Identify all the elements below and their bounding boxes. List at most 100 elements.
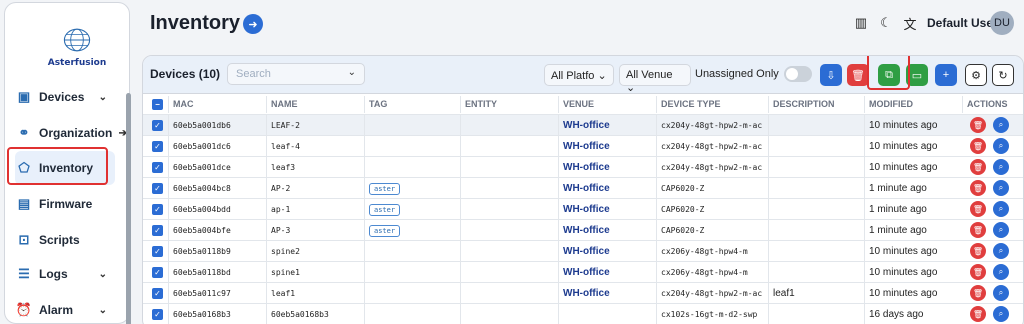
settings-button[interactable]: ⚙ bbox=[965, 64, 987, 86]
row-checkbox[interactable]: ✓ bbox=[152, 288, 163, 299]
row-checkbox[interactable]: ✓ bbox=[152, 246, 163, 257]
cell-venue: WH-office bbox=[558, 178, 656, 199]
cell-entity bbox=[460, 241, 558, 262]
cell-mac: 60eb5a001dce bbox=[168, 157, 266, 178]
sidebar-item-logs[interactable]: ☰ Logs ⌄ bbox=[15, 257, 115, 291]
cell-entity bbox=[460, 178, 558, 199]
add-button[interactable]: + bbox=[935, 64, 957, 86]
sidebar-item-label: Devices bbox=[39, 90, 85, 104]
col-device-type[interactable]: DEVICE TYPE bbox=[656, 96, 768, 113]
row-delete-button[interactable]: 🗑 bbox=[970, 159, 986, 175]
logo-text: Asterfusion bbox=[47, 58, 107, 68]
table-row[interactable]: ✓ 60eb5a001db6 LEAF-2 WH-office cx204y-48gt-… bbox=[143, 114, 1023, 136]
row-checkbox[interactable]: ✓ bbox=[152, 120, 163, 131]
table-row[interactable]: ✓ 60eb5a001dc6 leaf-4 WH-office cx204y-48gt-… bbox=[143, 135, 1023, 157]
chevron-down-icon: ⌄ bbox=[597, 70, 607, 82]
chevron-down-icon: ⌄ bbox=[98, 268, 107, 280]
sidebar-item-scripts[interactable]: ⊡ Scripts bbox=[15, 223, 115, 257]
cell-mac: 60eb5a0118b9 bbox=[168, 241, 266, 262]
cell-tag bbox=[364, 241, 460, 262]
row-checkbox[interactable]: ✓ bbox=[152, 267, 163, 278]
row-view-button[interactable]: ⌕ bbox=[993, 159, 1009, 175]
row-delete-button[interactable]: 🗑 bbox=[970, 264, 986, 280]
sidebar-item-devices[interactable]: ▣ Devices ⌄ bbox=[15, 80, 115, 114]
table-row[interactable]: ✓ 60eb5a004bfe AP-3 aster WH-office CAP6020-Z… bbox=[143, 219, 1023, 241]
search-input[interactable]: Search ⌄ bbox=[227, 63, 365, 85]
row-checkbox[interactable]: ✓ bbox=[152, 204, 163, 215]
col-modified[interactable]: MODIFIED bbox=[864, 96, 962, 113]
sidebar-item-organization[interactable]: ⚭ Organization ➔ bbox=[15, 116, 127, 150]
translate-icon[interactable]: 文 bbox=[901, 14, 919, 32]
row-view-button[interactable]: ⌕ bbox=[993, 222, 1009, 238]
tag-chip[interactable]: aster bbox=[369, 183, 401, 195]
table-row[interactable]: ✓ 60eb5a011c97 leaf1 WH-office cx204y-48gt-h… bbox=[143, 282, 1023, 304]
row-delete-button[interactable]: 🗑 bbox=[970, 138, 986, 154]
delete-button[interactable]: 🗑 bbox=[847, 64, 869, 86]
row-checkbox[interactable]: ✓ bbox=[152, 183, 163, 194]
row-checkbox[interactable]: ✓ bbox=[152, 141, 163, 152]
avatar[interactable]: DU bbox=[990, 11, 1014, 35]
row-view-button[interactable]: ⌕ bbox=[993, 306, 1009, 322]
table-header: − MAC NAME TAG ENTITY VENUE DEVICE TYPE … bbox=[143, 96, 1023, 113]
refresh-button[interactable]: ➜ bbox=[243, 14, 263, 34]
cell-tag bbox=[364, 136, 460, 157]
row-checkbox[interactable]: ✓ bbox=[152, 309, 163, 320]
table-row[interactable]: ✓ 60eb5a0118b9 spine2 WH-office cx206y-48gt-… bbox=[143, 240, 1023, 262]
row-view-button[interactable]: ⌕ bbox=[993, 138, 1009, 154]
row-delete-button[interactable]: 🗑 bbox=[970, 285, 986, 301]
sidebar-scrollbar[interactable] bbox=[126, 93, 131, 324]
row-delete-button[interactable]: 🗑 bbox=[970, 243, 986, 259]
row-view-button[interactable]: ⌕ bbox=[993, 285, 1009, 301]
col-entity[interactable]: ENTITY bbox=[460, 96, 558, 113]
row-view-button[interactable]: ⌕ bbox=[993, 201, 1009, 217]
cell-venue bbox=[558, 304, 656, 324]
cell-tag bbox=[364, 304, 460, 324]
col-description[interactable]: DESCRIPTION bbox=[768, 96, 864, 113]
row-view-button[interactable]: ⌕ bbox=[993, 264, 1009, 280]
cell-desc bbox=[768, 241, 864, 262]
row-delete-button[interactable]: 🗑 bbox=[970, 306, 986, 322]
cell-name: AP-3 bbox=[266, 220, 364, 241]
col-mac[interactable]: MAC bbox=[168, 96, 266, 113]
venue-select[interactable]: All Venue ⌄ bbox=[619, 64, 691, 94]
select-all-checkbox[interactable]: − bbox=[152, 99, 163, 110]
cell-type: cx204y-48gt-hpw2-m-ac bbox=[656, 115, 768, 136]
chip-icon: ▣ bbox=[17, 89, 31, 104]
company-logo[interactable]: Asterfusion bbox=[45, 25, 109, 71]
row-delete-button[interactable]: 🗑 bbox=[970, 117, 986, 133]
row-delete-button[interactable]: 🗑 bbox=[970, 180, 986, 196]
refresh-icon: ↻ bbox=[998, 69, 1008, 82]
chevron-down-icon: ⌄ bbox=[626, 82, 636, 94]
col-tag[interactable]: TAG bbox=[364, 96, 460, 113]
cell-venue: WH-office bbox=[558, 115, 656, 136]
table-row[interactable]: ✓ 60eb5a001dce leaf3 WH-office cx204y-48gt-h… bbox=[143, 156, 1023, 178]
tag-chip[interactable]: aster bbox=[369, 225, 401, 237]
sidebar-item-alarm[interactable]: ⏰ Alarm ⌄ bbox=[15, 293, 115, 324]
sidebar-item-firmware[interactable]: ▤ Firmware bbox=[15, 187, 115, 221]
col-name[interactable]: NAME bbox=[266, 96, 364, 113]
row-checkbox[interactable]: ✓ bbox=[152, 162, 163, 173]
col-venue[interactable]: VENUE bbox=[558, 96, 656, 113]
cell-modified: 1 minute ago bbox=[864, 199, 962, 220]
table-row[interactable]: ✓ 60eb5a004bdd ap-1 aster WH-office CAP6020-Z… bbox=[143, 198, 1023, 220]
unassigned-toggle[interactable] bbox=[784, 66, 812, 82]
tag-chip[interactable]: aster bbox=[369, 204, 401, 216]
row-view-button[interactable]: ⌕ bbox=[993, 117, 1009, 133]
table-row[interactable]: ✓ 60eb5a0118bd spine1 WH-office cx206y-48gt-… bbox=[143, 261, 1023, 283]
map-icon[interactable]: ▥ bbox=[852, 14, 870, 32]
platform-select[interactable]: All Platfo ⌄ bbox=[544, 64, 614, 86]
user-name[interactable]: Default User bbox=[927, 16, 998, 30]
cell-type: cx204y-48gt-hpw2-m-ac bbox=[656, 283, 768, 304]
row-checkbox[interactable]: ✓ bbox=[152, 225, 163, 236]
row-view-button[interactable]: ⌕ bbox=[993, 180, 1009, 196]
alarm-icon: ⏰ bbox=[15, 302, 33, 317]
download-button[interactable]: ⇩ bbox=[820, 64, 842, 86]
row-view-button[interactable]: ⌕ bbox=[993, 243, 1009, 259]
cell-venue: WH-office bbox=[558, 136, 656, 157]
table-row[interactable]: ✓ 60eb5a004bc8 AP-2 aster WH-office CAP6020-Z… bbox=[143, 177, 1023, 199]
reload-button[interactable]: ↻ bbox=[992, 64, 1014, 86]
row-delete-button[interactable]: 🗑 bbox=[970, 201, 986, 217]
table-row[interactable]: ✓ 60eb5a0168b3 60eb5a0168b3 cx102s-16gt-m-d… bbox=[143, 303, 1023, 324]
row-delete-button[interactable]: 🗑 bbox=[970, 222, 986, 238]
moon-icon[interactable]: ☾ bbox=[877, 14, 895, 32]
